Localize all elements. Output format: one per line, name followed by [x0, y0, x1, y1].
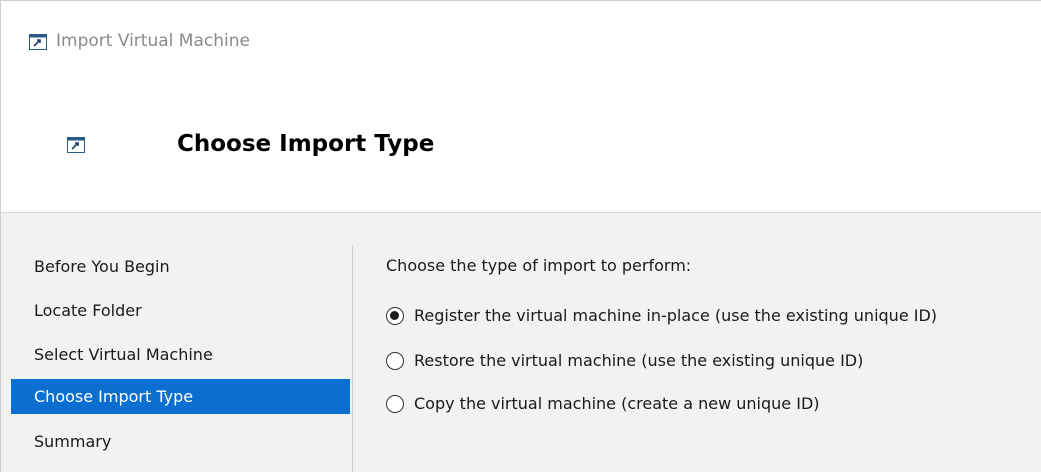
import-vm-icon: [67, 137, 85, 153]
nav-step-before-you-begin[interactable]: Before You Begin: [11, 249, 350, 284]
nav-step-choose-import-type[interactable]: Choose Import Type: [11, 379, 350, 414]
title-bar: Import Virtual Machine: [1, 1, 1041, 81]
nav-separator: [352, 245, 353, 472]
option-label: Copy the virtual machine (create a new u…: [414, 394, 820, 413]
page-header: Choose Import Type: [1, 81, 1041, 213]
import-type-prompt: Choose the type of import to perform:: [386, 256, 692, 275]
option-label: Restore the virtual machine (use the exi…: [414, 351, 864, 370]
radio-restore[interactable]: [386, 352, 404, 370]
import-vm-window: Import Virtual Machine Choose Import Typ…: [0, 0, 1041, 472]
page-title: Choose Import Type: [177, 131, 435, 157]
wizard-steps-nav: Before You Begin Locate Folder Select Vi…: [1, 213, 351, 472]
nav-step-summary[interactable]: Summary: [11, 424, 350, 459]
radio-register-in-place[interactable]: [386, 307, 404, 325]
nav-step-select-virtual-machine[interactable]: Select Virtual Machine: [11, 337, 350, 372]
import-vm-icon: [29, 34, 47, 50]
radio-copy[interactable]: [386, 395, 404, 413]
wizard-body: Before You Begin Locate Folder Select Vi…: [1, 213, 1041, 472]
import-type-panel: Choose the type of import to perform: Re…: [386, 213, 1041, 472]
window-title: Import Virtual Machine: [56, 31, 250, 51]
option-label: Register the virtual machine in-place (u…: [414, 306, 938, 325]
nav-step-locate-folder[interactable]: Locate Folder: [11, 293, 350, 328]
